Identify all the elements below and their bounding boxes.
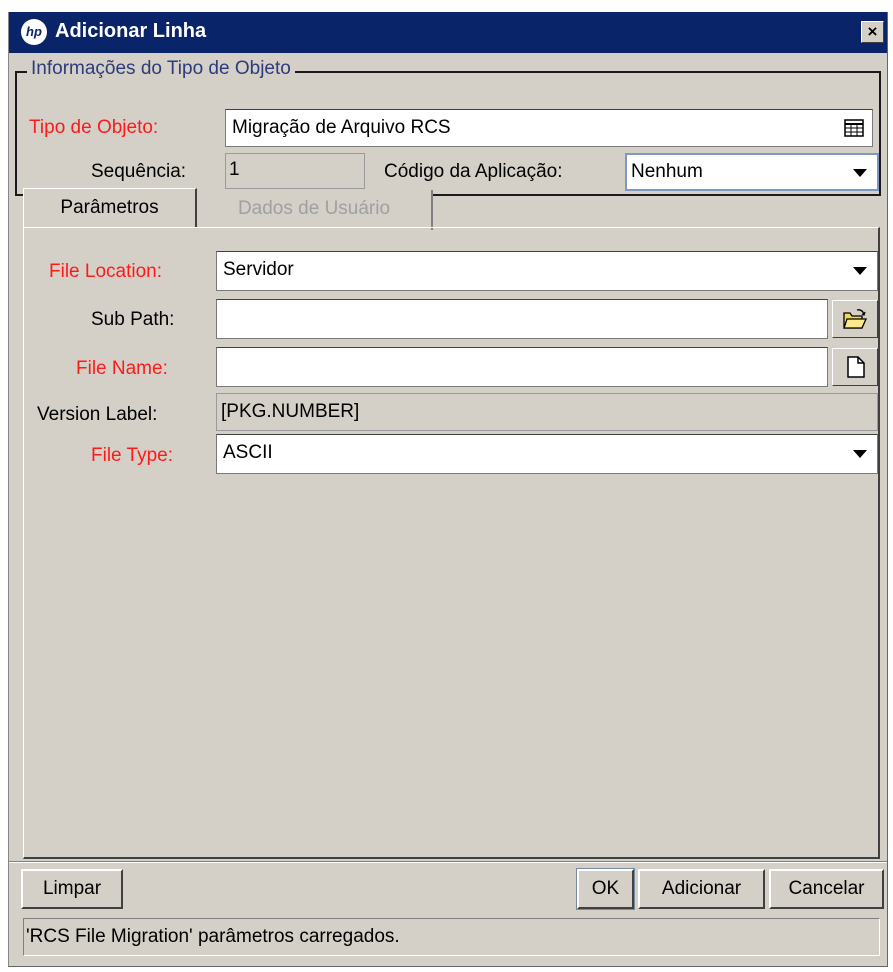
add-line-dialog: hp Adicionar Linha × Informações do Tipo… (8, 12, 888, 967)
window-title: Adicionar Linha (55, 20, 207, 42)
tab-user-data[interactable]: Dados de Usuário (197, 190, 433, 230)
status-bar: 'RCS File Migration' parâmetros carregad… (23, 918, 880, 956)
sequence-label: Sequência: (91, 161, 187, 182)
title-bar[interactable]: hp Adicionar Linha × (9, 12, 887, 53)
file-type-label: File Type: (91, 445, 174, 466)
sub-path-input[interactable] (216, 299, 828, 339)
file-name-browse-button[interactable] (832, 348, 878, 386)
file-location-select[interactable]: Servidor (216, 251, 878, 291)
object-type-field[interactable]: Migração de Arquivo RCS (225, 109, 873, 147)
file-name-label: File Name: (76, 358, 168, 379)
file-type-value: ASCII (223, 442, 273, 463)
sequence-field: 1 (225, 153, 365, 189)
ok-button[interactable]: OK (576, 868, 635, 910)
app-code-select[interactable]: Nenhum (625, 153, 879, 191)
object-type-label: Tipo de Objeto: (29, 117, 159, 138)
button-bar-separator (9, 861, 887, 863)
folder-open-icon (843, 309, 867, 329)
object-type-value: Migração de Arquivo RCS (232, 117, 451, 138)
sub-path-label: Sub Path: (91, 309, 175, 330)
object-info-legend: Informações do Tipo de Objeto (27, 58, 295, 80)
chevron-down-icon (853, 450, 867, 458)
version-label-value: [PKG.NUMBER] (221, 401, 360, 422)
file-location-value: Servidor (223, 259, 294, 280)
tab-parameters[interactable]: Parâmetros (23, 188, 197, 228)
clear-button[interactable]: Limpar (21, 869, 123, 909)
sub-path-browse-button[interactable] (832, 300, 878, 338)
version-label-label: Version Label: (37, 404, 158, 425)
version-label-field: [PKG.NUMBER] (216, 393, 878, 431)
hp-logo-icon: hp (21, 19, 47, 45)
chevron-down-icon (853, 267, 867, 275)
close-button[interactable]: × (861, 21, 884, 43)
document-icon (847, 356, 865, 378)
app-code-value: Nenhum (631, 161, 703, 182)
add-button[interactable]: Adicionar (638, 869, 765, 909)
cancel-button[interactable]: Cancelar (769, 869, 884, 909)
app-code-label: Código da Aplicação: (384, 161, 563, 182)
chevron-down-icon (853, 169, 867, 177)
sequence-value: 1 (229, 159, 240, 180)
object-info-group: Informações do Tipo de Objeto Tipo de Ob… (15, 58, 881, 196)
table-list-icon[interactable] (844, 119, 864, 137)
status-message: 'RCS File Migration' parâmetros carregad… (26, 926, 400, 947)
file-type-select[interactable]: ASCII (216, 434, 878, 474)
file-name-input[interactable] (216, 347, 828, 387)
file-location-label: File Location: (49, 261, 163, 282)
